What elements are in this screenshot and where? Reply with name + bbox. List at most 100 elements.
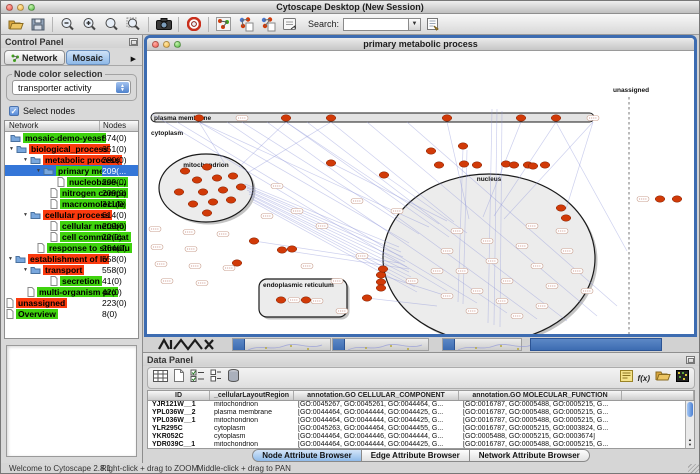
tree-column-nodes[interactable]: Nodes	[100, 121, 126, 131]
tab-edge-attribute-browser[interactable]: Edge Attribute Browser	[362, 449, 470, 462]
network-node-unselected[interactable]	[456, 269, 468, 274]
network-node-selected[interactable]	[379, 172, 389, 178]
network-node-unselected[interactable]	[351, 199, 363, 204]
search-input[interactable]	[344, 19, 408, 30]
network-node-selected[interactable]	[188, 201, 198, 207]
tree-row[interactable]: unassigned223(0)	[5, 297, 138, 308]
advanced-search-icon[interactable]	[422, 15, 443, 33]
table-row[interactable]: YLR295Ccytoplasm[GO:0045263, GO:0044464,…	[148, 425, 694, 433]
annotation-icon[interactable]	[620, 369, 633, 387]
network-node-unselected[interactable]	[486, 259, 498, 264]
network-node-selected[interactable]	[376, 285, 386, 291]
network-node-selected[interactable]	[202, 164, 212, 170]
network-node-selected[interactable]	[326, 115, 336, 121]
copy-network-view-icon[interactable]	[235, 15, 256, 33]
tree-expander-icon[interactable]: ▼	[23, 212, 30, 218]
scrollbar-thumb[interactable]	[687, 402, 693, 417]
network-node-unselected[interactable]	[223, 266, 235, 271]
network-node-selected[interactable]	[376, 272, 386, 278]
network-node-unselected[interactable]	[587, 116, 599, 121]
network-overview-panel[interactable]	[6, 345, 137, 457]
network-node-selected[interactable]	[434, 162, 444, 168]
column-header[interactable]: annotation.GO CELLULAR_COMPONENT	[294, 391, 459, 400]
network-node-selected[interactable]	[194, 115, 204, 121]
tree-row[interactable]: ▼cellular process614(0)	[5, 209, 138, 220]
zoom-in-icon[interactable]	[79, 15, 100, 33]
network-node-selected[interactable]	[472, 162, 482, 168]
network-node-selected[interactable]	[249, 238, 259, 244]
network-canvas[interactable]: plasma membrane cytoplasm mitochondrion …	[147, 51, 694, 335]
new-attribute-icon[interactable]	[173, 369, 185, 387]
network-window-titlebar[interactable]: primary metabolic process	[147, 38, 694, 51]
network-node-selected[interactable]	[528, 163, 538, 169]
network-node-selected[interactable]	[459, 161, 469, 167]
tab-mosaic[interactable]: Mosaic	[66, 50, 111, 65]
network-node-selected[interactable]	[516, 115, 526, 121]
network-node-selected[interactable]	[551, 115, 561, 121]
network-node-selected[interactable]	[326, 160, 336, 166]
network-node-unselected[interactable]	[581, 289, 593, 294]
network-node-selected[interactable]	[442, 115, 452, 121]
network-node-selected[interactable]	[226, 197, 236, 203]
network-node-unselected[interactable]	[288, 298, 300, 303]
network-node-selected[interactable]	[174, 189, 184, 195]
network-node-unselected[interactable]	[546, 284, 558, 289]
tab-node-attribute-browser[interactable]: Node Attribute Browser	[252, 449, 362, 462]
zoom-out-icon[interactable]	[57, 15, 78, 33]
tree-expander-icon[interactable]: ▼	[23, 157, 30, 163]
float-data-panel-icon[interactable]	[686, 356, 695, 364]
save-icon[interactable]	[27, 15, 48, 33]
scrollbar-arrows-icon[interactable]: ▲▼	[686, 437, 694, 447]
network-node-unselected[interactable]	[189, 264, 201, 269]
minimized-network-window[interactable]	[332, 338, 429, 351]
network-node-unselected[interactable]	[536, 304, 548, 309]
unselect-attributes-icon[interactable]	[210, 369, 222, 387]
network-node-selected[interactable]	[212, 175, 222, 181]
network-node-unselected[interactable]	[161, 279, 173, 284]
minimized-network-window[interactable]	[442, 338, 522, 351]
tab-network[interactable]: Network	[4, 50, 65, 65]
network-node-unselected[interactable]	[466, 309, 478, 314]
network-node-selected[interactable]	[218, 187, 228, 193]
network-node-unselected[interactable]	[155, 262, 167, 267]
network-node-selected[interactable]	[672, 196, 682, 202]
network-node-unselected[interactable]	[496, 299, 508, 304]
snapshot-icon[interactable]	[153, 15, 174, 33]
network-node-selected[interactable]	[509, 162, 519, 168]
network-node-selected[interactable]	[301, 297, 311, 303]
tree-row[interactable]: nitrogen compo209(0)	[5, 187, 138, 198]
tree-row[interactable]: macromolecule311(0)	[5, 198, 138, 209]
network-close-button[interactable]	[152, 41, 159, 48]
network-node-unselected[interactable]	[336, 309, 348, 314]
tree-row[interactable]: ▼biological_process651(0)	[5, 143, 138, 154]
network-node-selected[interactable]	[277, 247, 287, 253]
network-node-selected[interactable]	[426, 148, 436, 154]
network-node-unselected[interactable]	[391, 209, 403, 214]
tree-row[interactable]: response to stimulu264(0)	[5, 242, 138, 253]
import-attributes-icon[interactable]	[655, 369, 671, 387]
network-node-unselected[interactable]	[291, 209, 303, 214]
table-row[interactable]: YKR052Ccytoplasm[GO:0044464, GO:0044446,…	[148, 433, 694, 441]
tree-expander-icon[interactable]: ▼	[9, 146, 16, 152]
network-node-selected[interactable]	[232, 260, 242, 266]
network-node-unselected[interactable]	[441, 294, 453, 299]
vizmapper-icon[interactable]	[279, 15, 300, 33]
network-node-unselected[interactable]	[471, 289, 483, 294]
network-node-unselected[interactable]	[217, 232, 229, 237]
network-node-selected[interactable]	[561, 215, 571, 221]
table-row[interactable]: YPL036W__2plasma membrane[GO:0044464, GO…	[148, 409, 694, 417]
tree-expander-icon[interactable]: ▼	[8, 256, 15, 262]
network-node-unselected[interactable]	[441, 249, 453, 254]
network-node-selected[interactable]	[202, 210, 212, 216]
network-node-selected[interactable]	[287, 246, 297, 252]
tab-network-attribute-browser[interactable]: Network Attribute Browser	[470, 449, 590, 462]
network-node-unselected[interactable]	[481, 239, 493, 244]
table-scrollbar[interactable]: ▲▼	[685, 401, 694, 448]
copy-network-icon[interactable]	[257, 15, 278, 33]
attribute-table-icon[interactable]	[153, 369, 168, 387]
column-header[interactable]: _cellularLayoutRegion	[210, 391, 294, 400]
network-node-unselected[interactable]	[149, 227, 161, 232]
network-node-selected[interactable]	[556, 205, 566, 211]
network-node-selected[interactable]	[376, 279, 386, 285]
minimized-network-window[interactable]	[530, 338, 662, 351]
